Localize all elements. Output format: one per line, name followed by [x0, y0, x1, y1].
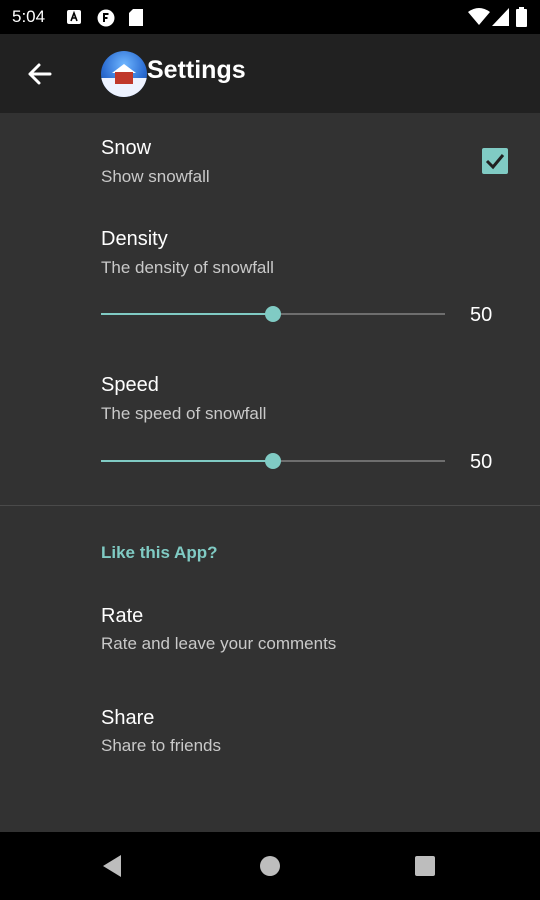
nav-home-icon[interactable]	[260, 856, 280, 876]
page-title: Settings	[147, 56, 246, 84]
status-bar: 5:04	[0, 0, 540, 34]
snow-title: Snow	[101, 137, 152, 159]
signal-icon	[492, 8, 509, 26]
sd-card-icon	[129, 9, 143, 26]
notification-circle-icon	[97, 9, 115, 27]
nav-recents-icon[interactable]	[415, 856, 435, 876]
divider	[0, 505, 540, 506]
density-summary: The density of snowfall	[101, 258, 274, 277]
share-title: Share	[101, 707, 155, 729]
checkmark-icon	[485, 154, 505, 170]
app-bar: Settings	[0, 34, 540, 113]
navigation-bar	[0, 832, 540, 900]
notification-a-icon	[67, 10, 81, 24]
density-slider-thumb[interactable]	[265, 306, 281, 322]
nav-back-icon[interactable]	[103, 855, 121, 877]
speed-value: 50	[470, 451, 493, 473]
speed-slider-thumb[interactable]	[265, 453, 281, 469]
back-arrow-icon[interactable]	[20, 54, 60, 94]
density-slider[interactable]	[101, 306, 445, 322]
snow-checkbox[interactable]	[482, 148, 508, 174]
density-slider-fill	[101, 313, 273, 315]
category-title: Like this App?	[101, 543, 218, 562]
rate-title: Rate	[101, 605, 144, 627]
density-title: Density	[101, 228, 168, 250]
rate-summary: Rate and leave your comments	[101, 634, 337, 653]
snow-summary: Show snowfall	[101, 167, 210, 186]
speed-summary: The speed of snowfall	[101, 404, 267, 423]
speed-slider[interactable]	[101, 453, 445, 469]
battery-icon	[516, 7, 527, 27]
speed-slider-fill	[101, 460, 273, 462]
wifi-icon	[468, 8, 490, 25]
app-logo-icon	[101, 51, 147, 97]
status-time: 5:04	[12, 7, 46, 26]
share-summary: Share to friends	[101, 736, 222, 755]
speed-title: Speed	[101, 374, 159, 396]
density-value: 50	[470, 304, 493, 326]
